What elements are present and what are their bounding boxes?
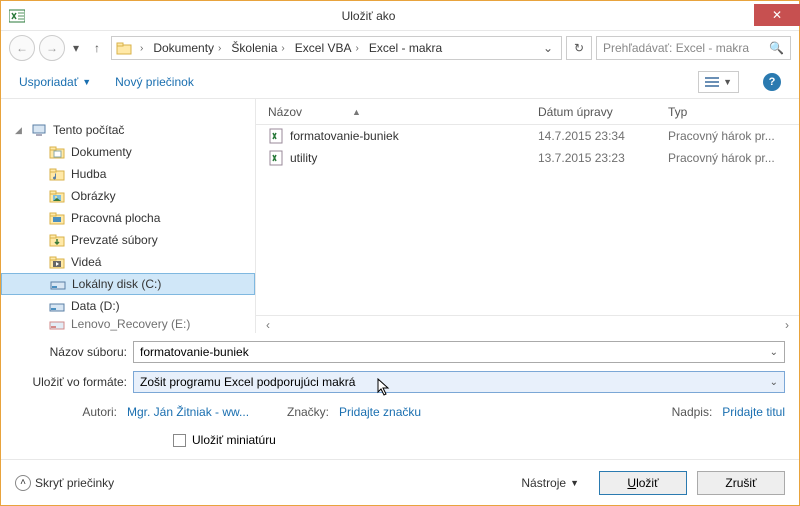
folder-icon xyxy=(49,254,65,270)
format-select[interactable]: Zošit programu Excel podporujúci makrá ⌄ xyxy=(133,371,785,393)
tree-item-music[interactable]: Hudba xyxy=(1,163,255,185)
folder-icon xyxy=(49,188,65,204)
address-dropdown[interactable]: ⌄ xyxy=(539,41,557,55)
chevron-down-icon: ▼ xyxy=(570,478,579,488)
column-headers: Názov▲ Dátum úpravy Typ xyxy=(256,99,799,125)
help-button[interactable]: ? xyxy=(763,73,781,91)
drive-icon xyxy=(50,276,66,292)
tree-item-documents[interactable]: Dokumenty xyxy=(1,141,255,163)
crumb-3[interactable]: Excel - makra xyxy=(365,41,446,55)
search-input[interactable]: Prehľadávať: Excel - makra 🔍 xyxy=(596,36,791,60)
tree-root[interactable]: ◢ Tento počítač xyxy=(1,119,255,141)
tree-item-videos[interactable]: Videá xyxy=(1,251,255,273)
view-icon xyxy=(705,76,719,88)
back-button[interactable]: ← xyxy=(9,35,35,61)
refresh-button[interactable]: ↻ xyxy=(566,36,592,60)
forward-button[interactable]: → xyxy=(39,35,65,61)
filename-input[interactable]: formatovanie-buniek ⌄ xyxy=(133,341,785,363)
authors-value[interactable]: Mgr. Ján Žitniak - ww... xyxy=(127,405,257,419)
folder-icon xyxy=(49,232,65,248)
drive-icon xyxy=(49,317,65,331)
nav-tree: ◢ Tento počítač Dokumenty Hudba Obrázky … xyxy=(1,99,256,333)
col-type[interactable]: Typ xyxy=(668,105,799,119)
filename-label: Názov súboru: xyxy=(23,345,127,359)
folder-icon xyxy=(49,144,65,160)
file-row[interactable]: formatovanie-buniek 14.7.2015 23:34 Prac… xyxy=(256,125,799,147)
col-date[interactable]: Dátum úpravy xyxy=(538,105,668,119)
file-row[interactable]: utility 13.7.2015 23:23 Pracovný hárok p… xyxy=(256,147,799,169)
excel-file-icon xyxy=(268,150,284,166)
tree-item-desktop[interactable]: Pracovná plocha xyxy=(1,207,255,229)
sort-asc-icon: ▲ xyxy=(352,107,361,117)
folder-icon xyxy=(49,166,65,182)
close-button[interactable]: ✕ xyxy=(754,4,800,26)
crumb-2[interactable]: Excel VBA› xyxy=(291,41,363,55)
title-label: Nadpis: xyxy=(650,405,712,419)
crumb-0[interactable]: Dokumenty› xyxy=(149,41,225,55)
col-name[interactable]: Názov▲ xyxy=(268,105,538,119)
footer: ˄ Skryť priečinky Nástroje ▼ Uložiť Zruš… xyxy=(1,459,799,505)
file-list[interactable]: formatovanie-buniek 14.7.2015 23:34 Prac… xyxy=(256,125,799,315)
file-pane: Názov▲ Dátum úpravy Typ formatovanie-bun… xyxy=(256,99,799,333)
computer-icon xyxy=(31,122,47,138)
thumbnail-checkbox[interactable] xyxy=(173,434,186,447)
tree-item-recovery-e[interactable]: Lenovo_Recovery (E:) xyxy=(1,317,255,331)
authors-label: Autori: xyxy=(55,405,117,419)
drive-icon xyxy=(49,298,65,314)
title-value[interactable]: Pridajte titul xyxy=(722,405,785,419)
search-icon: 🔍 xyxy=(769,41,784,55)
recent-button[interactable]: ▾ xyxy=(69,39,83,57)
horizontal-scrollbar[interactable]: ‹ › xyxy=(256,315,799,333)
chevron-up-icon: ˄ xyxy=(15,475,31,491)
tree-item-pictures[interactable]: Obrázky xyxy=(1,185,255,207)
up-button[interactable]: ↑ xyxy=(87,37,107,59)
chevron-down-icon[interactable]: ⌄ xyxy=(770,347,778,358)
form-area: Názov súboru: formatovanie-buniek ⌄ Ulož… xyxy=(1,333,799,459)
window-title: Uložiť ako xyxy=(33,9,704,23)
tools-button[interactable]: Nástroje ▼ xyxy=(521,476,579,490)
chevron-down-icon[interactable]: ⌄ xyxy=(770,377,778,388)
tree-item-data-d[interactable]: Data (D:) xyxy=(1,295,255,317)
tree-item-local-c[interactable]: Lokálny disk (C:) xyxy=(1,273,255,295)
excel-file-icon xyxy=(268,128,284,144)
toolbar: Usporiadať ▼ Nový priečinok ▼ ? xyxy=(1,65,799,99)
body: ◢ Tento počítač Dokumenty Hudba Obrázky … xyxy=(1,99,799,333)
folder-icon xyxy=(49,210,65,226)
close-icon: ✕ xyxy=(772,8,782,22)
save-as-dialog: Uložiť ako ✕ ← → ▾ ↑ › Dokumenty› Školen… xyxy=(0,0,800,506)
new-folder-button[interactable]: Nový priečinok xyxy=(115,75,194,89)
tree-item-downloads[interactable]: Prevzaté súbory xyxy=(1,229,255,251)
search-placeholder: Prehľadávať: Excel - makra xyxy=(603,41,769,55)
expand-icon[interactable]: ◢ xyxy=(15,125,25,136)
format-label: Uložiť vo formáte: xyxy=(23,375,127,389)
address-bar[interactable]: › Dokumenty› Školenia› Excel VBA› Excel … xyxy=(111,36,562,60)
crumb-1[interactable]: Školenia› xyxy=(227,41,288,55)
tags-label: Značky: xyxy=(267,405,329,419)
organize-button[interactable]: Usporiadať ▼ xyxy=(19,75,91,89)
view-button[interactable]: ▼ xyxy=(698,71,739,93)
thumbnail-label: Uložiť miniatúru xyxy=(192,433,276,447)
scroll-left-icon[interactable]: ‹ xyxy=(260,318,276,332)
titlebar: Uložiť ako ✕ xyxy=(1,1,799,31)
navbar: ← → ▾ ↑ › Dokumenty› Školenia› Excel VBA… xyxy=(1,31,799,65)
folder-icon xyxy=(116,40,132,56)
chevron-down-icon: ▼ xyxy=(82,77,91,87)
crumb-sep[interactable]: › xyxy=(136,43,147,54)
cancel-button[interactable]: Zrušiť xyxy=(697,471,785,495)
tree-root-label: Tento počítač xyxy=(53,123,124,137)
tags-value[interactable]: Pridajte značku xyxy=(339,405,469,419)
hide-folders-button[interactable]: ˄ Skryť priečinky xyxy=(15,475,114,491)
save-button[interactable]: Uložiť xyxy=(599,471,687,495)
scroll-right-icon[interactable]: › xyxy=(779,318,795,332)
excel-icon xyxy=(7,6,27,26)
